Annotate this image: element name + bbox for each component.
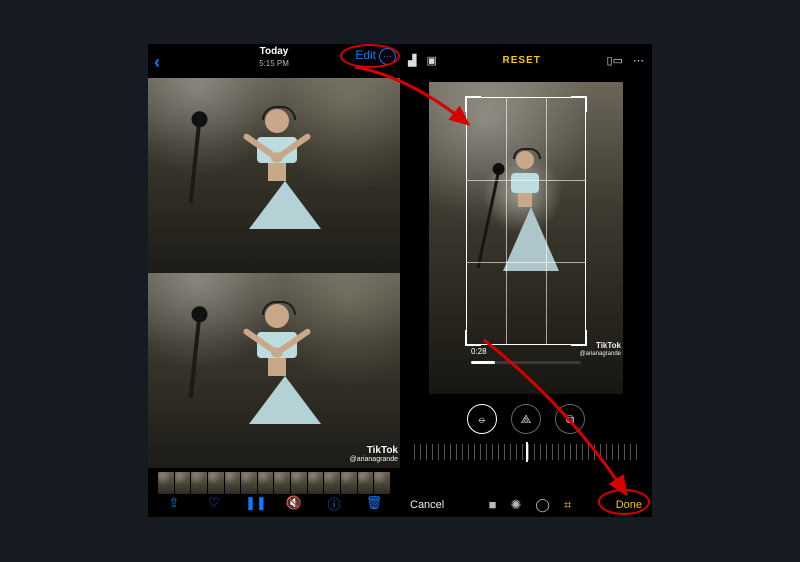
- crop-header: ▟ ▣ RESET ▯▭ ⋯: [400, 44, 652, 72]
- video-frame-top: [148, 78, 400, 273]
- share-icon[interactable]: ⇪: [165, 495, 183, 511]
- aspect-ratio-icon[interactable]: ▯▭: [607, 54, 623, 67]
- info-icon[interactable]: ⓘ: [325, 494, 343, 513]
- crop-handle-tl[interactable]: [465, 96, 481, 112]
- angle-ruler[interactable]: [414, 444, 638, 460]
- crop-canvas[interactable]: 0:28 TikTok @arianagrande: [429, 82, 623, 394]
- video-preview[interactable]: TikTok @arianagrande: [148, 78, 400, 468]
- perspective-tools: ⦵ ⟁ ⧉: [400, 404, 652, 434]
- back-chevron-icon[interactable]: ‹: [154, 52, 160, 73]
- rotate-icon[interactable]: ▣: [426, 54, 436, 67]
- edit-button[interactable]: Edit: [355, 48, 376, 62]
- reset-button[interactable]: RESET: [503, 55, 541, 66]
- more-icon[interactable]: ⋯: [633, 54, 644, 67]
- crop-handle-br[interactable]: [571, 330, 587, 346]
- playback-progress[interactable]: [471, 361, 581, 364]
- pause-icon[interactable]: ❚❚: [245, 495, 263, 511]
- trash-icon[interactable]: 🗑: [365, 495, 383, 511]
- done-button[interactable]: Done: [616, 499, 642, 511]
- cancel-button[interactable]: Cancel: [410, 499, 444, 511]
- vertical-perspective-tool[interactable]: ⟁: [511, 404, 541, 434]
- photos-bottom-toolbar: ⇪ ♡ ❚❚ 🔇 ⓘ 🗑: [148, 491, 400, 515]
- photos-header: ‹ Today 5:15 PM Edit ⋯: [148, 44, 400, 78]
- filters-tab-icon[interactable]: ◯: [535, 497, 550, 513]
- mute-icon[interactable]: 🔇: [285, 495, 303, 511]
- more-button[interactable]: ⋯: [379, 48, 396, 65]
- tutorial-figure: ‹ Today 5:15 PM Edit ⋯: [148, 44, 652, 517]
- video-tab-icon[interactable]: ■: [489, 497, 497, 513]
- editor-bottom-bar: Cancel ■ ✺ ◯ ⌗ Done: [400, 497, 652, 513]
- straighten-tool[interactable]: ⦵: [467, 404, 497, 434]
- crop-handle-bl[interactable]: [465, 330, 481, 346]
- flip-icon[interactable]: ▟: [408, 54, 416, 67]
- adjust-tab-icon[interactable]: ✺: [511, 497, 522, 513]
- video-frame-bottom: TikTok @arianagrande: [148, 273, 400, 468]
- tiktok-watermark: TikTok @arianagrande: [350, 446, 398, 464]
- photos-app-screen: ‹ Today 5:15 PM Edit ⋯: [148, 44, 400, 517]
- crop-tab-icon[interactable]: ⌗: [564, 497, 571, 513]
- crop-editor-screen: ▟ ▣ RESET ▯▭ ⋯ 0:28 TikTok @arianagrande: [400, 44, 652, 517]
- favorite-icon[interactable]: ♡: [205, 495, 223, 511]
- horizontal-perspective-tool[interactable]: ⧉: [555, 404, 585, 434]
- playback-time: 0:28: [471, 347, 487, 356]
- crop-frame[interactable]: [467, 98, 585, 344]
- crop-handle-tr[interactable]: [571, 96, 587, 112]
